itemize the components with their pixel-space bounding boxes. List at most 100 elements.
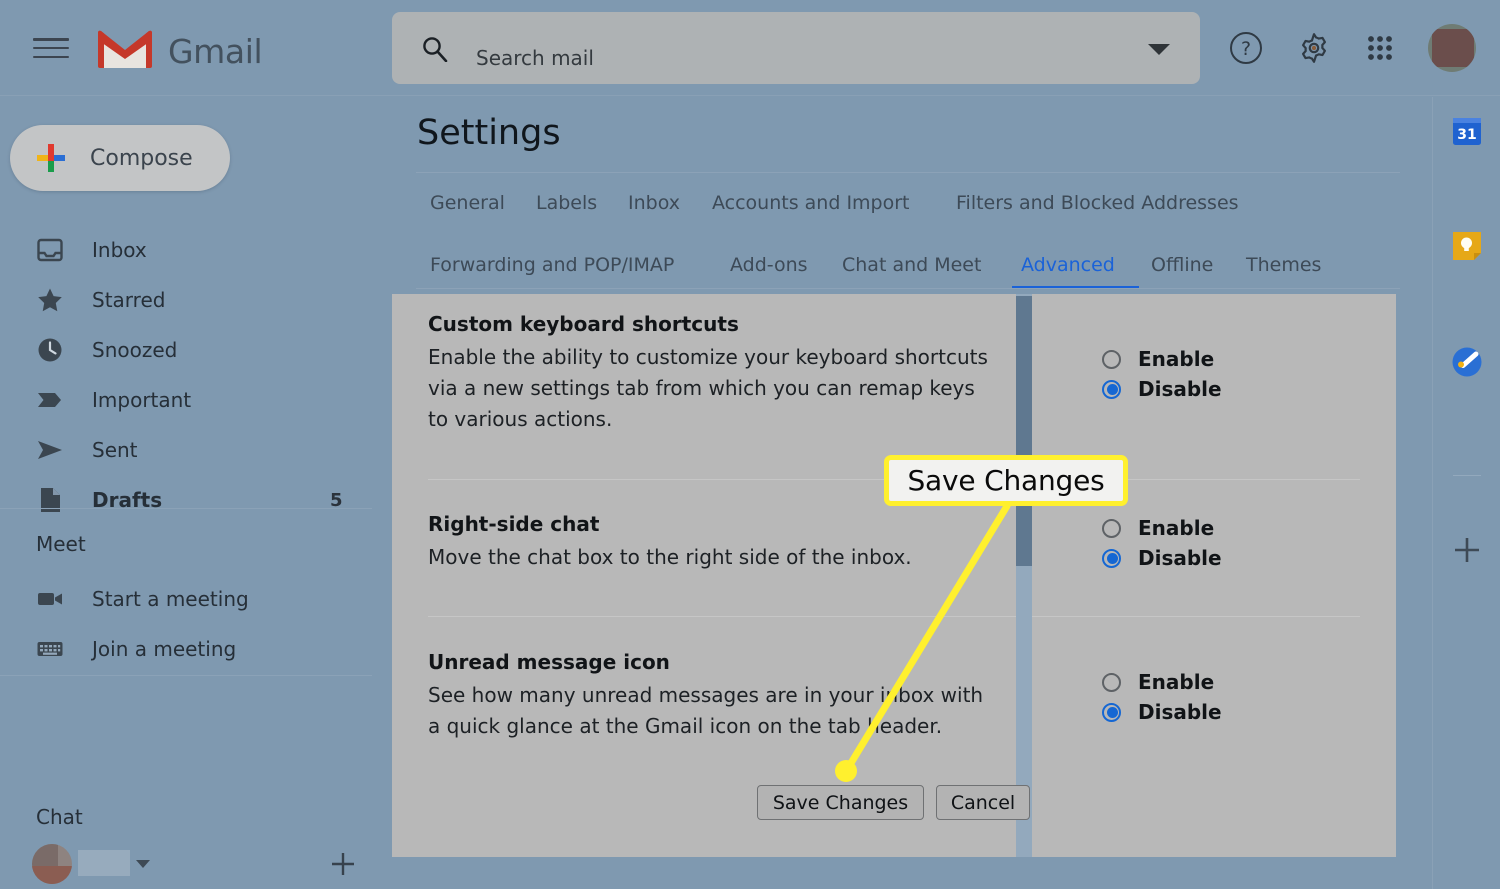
search-input[interactable]: Search mail [476, 46, 594, 70]
radio-circle-icon [1102, 518, 1121, 538]
plus-icon[interactable] [328, 849, 358, 879]
chevron-down-icon[interactable] [136, 860, 150, 868]
keep-lightbulb-icon[interactable] [1450, 229, 1484, 263]
chat-section-heading: Chat [36, 805, 83, 829]
radio-disable[interactable]: Disable [1102, 543, 1222, 573]
tab-forwarding-and-pop-imap[interactable]: Forwarding and POP/IMAP [430, 254, 674, 276]
inbox-icon [37, 238, 63, 262]
tab-offline[interactable]: Offline [1151, 254, 1213, 276]
star-icon [38, 288, 62, 312]
avatar[interactable] [1428, 24, 1476, 72]
radio-disable[interactable]: Disable [1102, 697, 1222, 727]
sidebar-item-join-meeting[interactable]: Join a meeting [0, 624, 372, 674]
tasks-check-icon[interactable] [1450, 345, 1484, 379]
radio-label: Enable [1138, 516, 1215, 540]
svg-text:?: ? [1241, 38, 1251, 60]
chevron-down-icon[interactable] [1148, 44, 1170, 55]
tab-general[interactable]: General [430, 192, 505, 214]
radio-group-unread-message-icon: Enable Disable [1102, 667, 1222, 727]
rail-divider [1453, 475, 1481, 476]
calendar-icon[interactable]: 31 [1450, 114, 1484, 148]
sidebar-item-starred[interactable]: Starred [0, 275, 372, 325]
annotation-callout-text: Save Changes [907, 464, 1105, 497]
sidebar-item-label: Sent [92, 438, 138, 462]
clock-icon [38, 338, 62, 362]
compose-button[interactable]: Compose [10, 125, 230, 191]
setting-title: Right-side chat [428, 512, 600, 536]
right-side-panel: 31 [1432, 97, 1500, 889]
sidebar-item-label: Start a meeting [92, 587, 249, 611]
video-camera-icon [38, 593, 62, 605]
setting-description: Enable the ability to customize your key… [428, 345, 988, 431]
send-icon [38, 441, 62, 459]
sidebar-item-label: Important [92, 388, 192, 412]
tab-inbox[interactable]: Inbox [628, 192, 680, 214]
sidebar-item-drafts[interactable]: Drafts 5 [0, 475, 372, 525]
panel-scrollbar-thumb[interactable] [1016, 296, 1032, 566]
radio-label: Enable [1138, 347, 1215, 371]
sidebar-item-inbox[interactable]: Inbox [0, 225, 372, 275]
title-divider [416, 172, 1400, 173]
sidebar-item-sent[interactable]: Sent [0, 425, 372, 475]
draft-icon [41, 488, 60, 512]
gear-icon[interactable] [1296, 30, 1332, 66]
settings-content-panel: Custom keyboard shortcuts Enable the abi… [392, 294, 1396, 857]
svg-text:31: 31 [1457, 127, 1476, 143]
setting-description: See how many unread messages are in your… [428, 683, 984, 738]
radio-disable[interactable]: Disable [1102, 374, 1222, 404]
radio-label: Disable [1138, 546, 1222, 570]
sidebar-item-snoozed[interactable]: Snoozed [0, 325, 372, 375]
row-divider [428, 616, 1360, 617]
setting-description: Move the chat box to the right side of t… [428, 545, 912, 569]
radio-enable[interactable]: Enable [1102, 513, 1222, 543]
top-header-bar: Gmail Search mail ? [0, 0, 1500, 96]
radio-circle-selected-icon [1102, 379, 1121, 399]
chat-user-avatar[interactable] [32, 844, 72, 884]
sidebar-item-label: Snoozed [92, 338, 178, 362]
radio-circle-selected-icon [1102, 548, 1121, 568]
meet-section-heading: Meet [36, 532, 86, 556]
tab-advanced[interactable]: Advanced [1021, 254, 1115, 276]
gmail-logo-icon [98, 30, 152, 68]
search-mail-bar[interactable]: Search mail [392, 12, 1200, 84]
sidebar-divider [0, 508, 372, 509]
radio-group-custom-keyboard-shortcuts: Enable Disable [1102, 344, 1222, 404]
help-circle-icon[interactable]: ? [1228, 30, 1264, 66]
setting-title: Unread message icon [428, 650, 670, 674]
sidebar-item-start-meeting[interactable]: Start a meeting [0, 574, 372, 624]
apps-grid-icon[interactable] [1362, 30, 1398, 66]
tab-chat-and-meet[interactable]: Chat and Meet [842, 254, 981, 276]
radio-circle-icon [1102, 349, 1121, 369]
tab-labels[interactable]: Labels [536, 192, 597, 214]
left-sidebar: Compose Inbox Starred Snoozed Important [0, 97, 392, 889]
settings-action-buttons: Save Changes Cancel [392, 785, 1396, 821]
plus-icon [37, 144, 65, 172]
radio-label: Disable [1138, 700, 1222, 724]
radio-circle-icon [1102, 672, 1121, 692]
radio-label: Enable [1138, 670, 1215, 694]
tab-add-ons[interactable]: Add-ons [730, 254, 808, 276]
keyboard-icon [37, 642, 63, 656]
radio-enable[interactable]: Enable [1102, 344, 1222, 374]
sidebar-item-important[interactable]: Important [0, 375, 372, 425]
cancel-button[interactable]: Cancel [936, 785, 1030, 820]
page-title: Settings [417, 113, 561, 153]
plus-icon[interactable] [1450, 533, 1484, 567]
sidebar-item-label: Inbox [92, 238, 147, 262]
tabs-divider [416, 288, 1400, 289]
search-icon [423, 37, 448, 62]
bottom-strip [392, 857, 1416, 889]
chat-user-name [78, 850, 130, 876]
gmail-brand-text: Gmail [168, 32, 263, 71]
tab-accounts-and-import[interactable]: Accounts and Import [712, 192, 910, 214]
tab-filters-and-blocked-addresses[interactable]: Filters and Blocked Addresses [956, 192, 1239, 214]
radio-enable[interactable]: Enable [1102, 667, 1222, 697]
tab-themes[interactable]: Themes [1246, 254, 1321, 276]
setting-title: Custom keyboard shortcuts [428, 312, 739, 336]
save-changes-button[interactable]: Save Changes [757, 785, 924, 820]
radio-label: Disable [1138, 377, 1222, 401]
sidebar-item-label: Join a meeting [92, 637, 237, 661]
sidebar-item-label: Starred [92, 288, 166, 312]
compose-label: Compose [90, 145, 193, 171]
hamburger-menu-icon[interactable] [33, 34, 69, 62]
